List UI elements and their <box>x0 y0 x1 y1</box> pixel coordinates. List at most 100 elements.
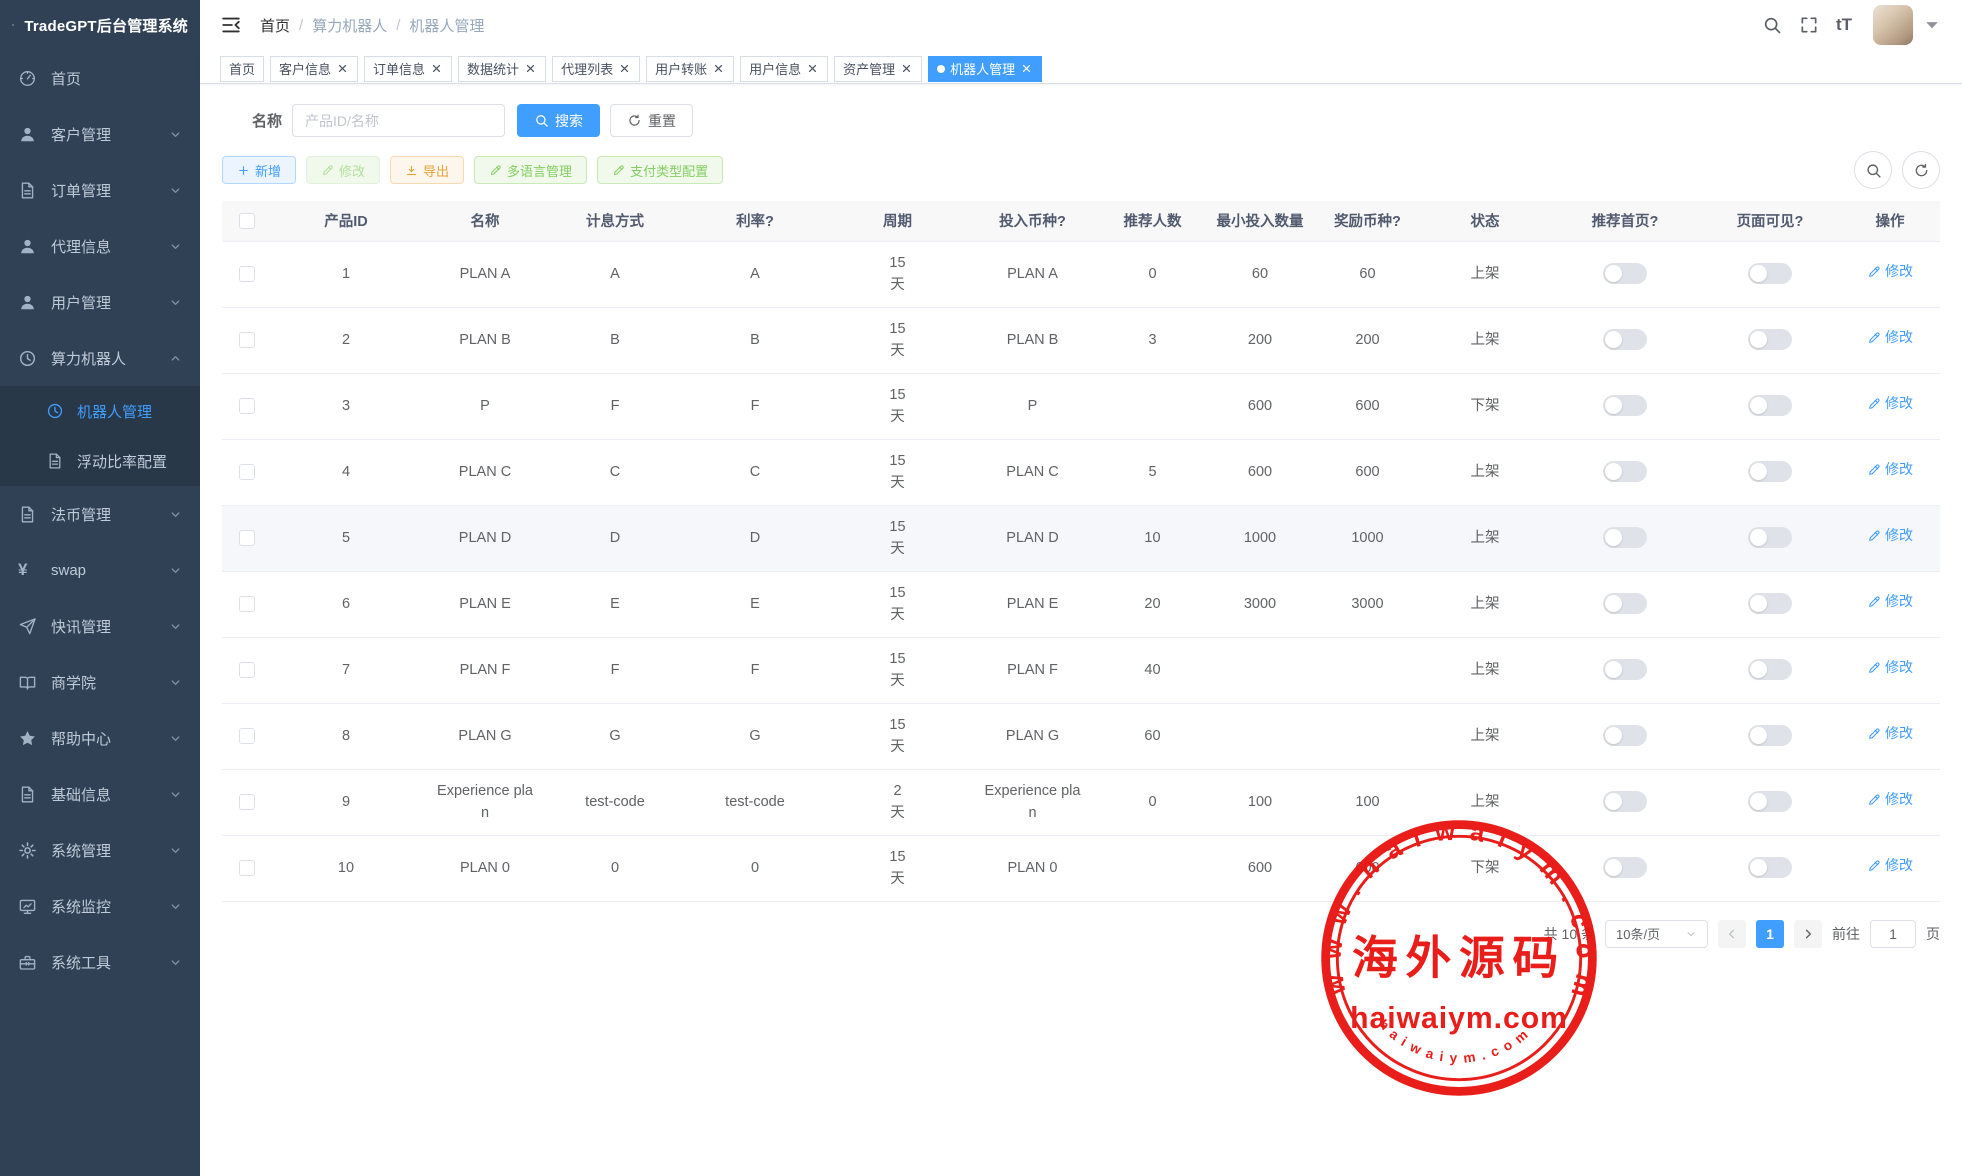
pay-type-config-button[interactable]: 支付类型配置 <box>597 156 723 184</box>
current-page-button[interactable]: 1 <box>1756 920 1784 948</box>
home-recommend-toggle[interactable] <box>1603 527 1647 548</box>
edit-row-link[interactable]: 修改 <box>1867 657 1913 679</box>
page-visible-toggle[interactable] <box>1748 791 1792 812</box>
row-checkbox[interactable] <box>239 662 255 678</box>
edit-row-link[interactable]: 修改 <box>1867 525 1913 547</box>
sidebar-item-order-mgmt[interactable]: 订单管理 <box>0 162 200 218</box>
next-page-button[interactable] <box>1794 920 1822 948</box>
edit-row-link[interactable]: 修改 <box>1867 789 1913 811</box>
page-visible-toggle[interactable] <box>1748 593 1792 614</box>
close-icon[interactable] <box>900 62 913 75</box>
i18n-mgmt-button[interactable]: 多语言管理 <box>474 156 587 184</box>
row-checkbox[interactable] <box>239 794 255 810</box>
row-checkbox[interactable] <box>239 398 255 414</box>
select-all-checkbox[interactable] <box>239 213 255 229</box>
avatar[interactable] <box>1873 5 1913 45</box>
page-visible-toggle[interactable] <box>1748 329 1792 350</box>
page-visible-toggle[interactable] <box>1748 857 1792 878</box>
home-recommend-toggle[interactable] <box>1603 395 1647 416</box>
page-visible-toggle[interactable] <box>1748 461 1792 482</box>
reset-button[interactable]: 重置 <box>610 104 693 137</box>
tab-robot-mgmt[interactable]: 机器人管理 <box>928 56 1042 82</box>
row-checkbox[interactable] <box>239 332 255 348</box>
sidebar-item-customer-mgmt[interactable]: 客户管理 <box>0 106 200 162</box>
close-icon[interactable] <box>524 62 537 75</box>
sidebar-item-news-mgmt[interactable]: 快讯管理 <box>0 598 200 654</box>
sidebar-item-system-mgmt[interactable]: 系统管理 <box>0 822 200 878</box>
sidebar-item-hashrate-robot[interactable]: 算力机器人 <box>0 330 200 386</box>
search-button[interactable]: 搜索 <box>517 104 600 137</box>
close-icon[interactable] <box>336 62 349 75</box>
close-icon[interactable] <box>712 62 725 75</box>
search-icon[interactable] <box>1762 15 1782 35</box>
sidebar-item-business-school[interactable]: 商学院 <box>0 654 200 710</box>
font-size-icon[interactable]: tT <box>1836 15 1856 35</box>
sidebar-subitem-robot-mgmt[interactable]: 机器人管理 <box>0 386 200 436</box>
home-recommend-toggle[interactable] <box>1603 263 1647 284</box>
action-cell: 修改 <box>1840 505 1940 571</box>
close-icon[interactable] <box>1020 62 1033 75</box>
edit-row-link[interactable]: 修改 <box>1867 261 1913 283</box>
caret-down-icon[interactable] <box>1922 15 1942 35</box>
sidebar-item-system-tools[interactable]: 系统工具 <box>0 934 200 990</box>
edit-row-link[interactable]: 修改 <box>1867 723 1913 745</box>
edit-row-link[interactable]: 修改 <box>1867 855 1913 877</box>
row-checkbox[interactable] <box>239 728 255 744</box>
sidebar-item-agent-info[interactable]: 代理信息 <box>0 218 200 274</box>
action-cell: 修改 <box>1840 637 1940 703</box>
tab-home[interactable]: 首页 <box>220 56 264 82</box>
hamburger-icon[interactable] <box>220 14 242 36</box>
sidebar-subitem-float-rate-config[interactable]: 浮动比率配置 <box>0 436 200 486</box>
page-visible-toggle[interactable] <box>1748 725 1792 746</box>
page-visible-toggle[interactable] <box>1748 263 1792 284</box>
close-icon[interactable] <box>618 62 631 75</box>
edit-row-link[interactable]: 修改 <box>1867 327 1913 349</box>
goto-page-input[interactable] <box>1870 920 1916 948</box>
sidebar-item-home[interactable]: 首页 <box>0 50 200 106</box>
page-visible-toggle[interactable] <box>1748 527 1792 548</box>
sidebar-item-basic-info[interactable]: 基础信息 <box>0 766 200 822</box>
home-recommend-toggle[interactable] <box>1603 857 1647 878</box>
page-visible-toggle[interactable] <box>1748 659 1792 680</box>
tab-asset-mgmt[interactable]: 资产管理 <box>834 56 922 82</box>
edit-row-link[interactable]: 修改 <box>1867 459 1913 481</box>
table-refresh-button[interactable] <box>1902 151 1940 189</box>
home-recommend-toggle[interactable] <box>1603 659 1647 680</box>
search-input[interactable] <box>292 104 505 137</box>
tab-order-info[interactable]: 订单信息 <box>364 56 452 82</box>
tab-user-info[interactable]: 用户信息 <box>740 56 828 82</box>
sidebar-item-user-mgmt[interactable]: 用户管理 <box>0 274 200 330</box>
row-checkbox[interactable] <box>239 860 255 876</box>
add-button[interactable]: 新增 <box>222 156 296 184</box>
edit-row-link[interactable]: 修改 <box>1867 393 1913 415</box>
home-recommend-toggle[interactable] <box>1603 725 1647 746</box>
row-checkbox[interactable] <box>239 596 255 612</box>
tab-agent-list[interactable]: 代理列表 <box>552 56 640 82</box>
export-button[interactable]: 导出 <box>390 156 464 184</box>
page-visible-toggle[interactable] <box>1748 395 1792 416</box>
page-size-select[interactable]: 10条/页 <box>1605 920 1708 948</box>
tab-customer-info[interactable]: 客户信息 <box>270 56 358 82</box>
row-checkbox[interactable] <box>239 266 255 282</box>
home-recommend-toggle[interactable] <box>1603 593 1647 614</box>
row-checkbox[interactable] <box>239 464 255 480</box>
home-recommend-toggle[interactable] <box>1603 329 1647 350</box>
home-recommend-toggle[interactable] <box>1603 461 1647 482</box>
tab-data-stats[interactable]: 数据统计 <box>458 56 546 82</box>
home-recommend-toggle[interactable] <box>1603 791 1647 812</box>
close-icon[interactable] <box>806 62 819 75</box>
sidebar-item-fiat-mgmt[interactable]: 法币管理 <box>0 486 200 542</box>
sidebar-item-swap[interactable]: ¥swap <box>0 542 200 598</box>
sidebar-item-system-monitor[interactable]: 系统监控 <box>0 878 200 934</box>
modify-button[interactable]: 修改 <box>306 156 380 184</box>
fullscreen-icon[interactable] <box>1799 15 1819 35</box>
tab-user-transfer[interactable]: 用户转账 <box>646 56 734 82</box>
breadcrumb-item[interactable]: 首页 <box>260 15 290 36</box>
sidebar-item-help-center[interactable]: 帮助中心 <box>0 710 200 766</box>
table-search-toggle-button[interactable] <box>1854 151 1892 189</box>
close-icon[interactable] <box>430 62 443 75</box>
edit-row-link[interactable]: 修改 <box>1867 591 1913 613</box>
row-checkbox[interactable] <box>239 530 255 546</box>
edit-link-label: 修改 <box>1885 459 1913 481</box>
prev-page-button[interactable] <box>1718 920 1746 948</box>
